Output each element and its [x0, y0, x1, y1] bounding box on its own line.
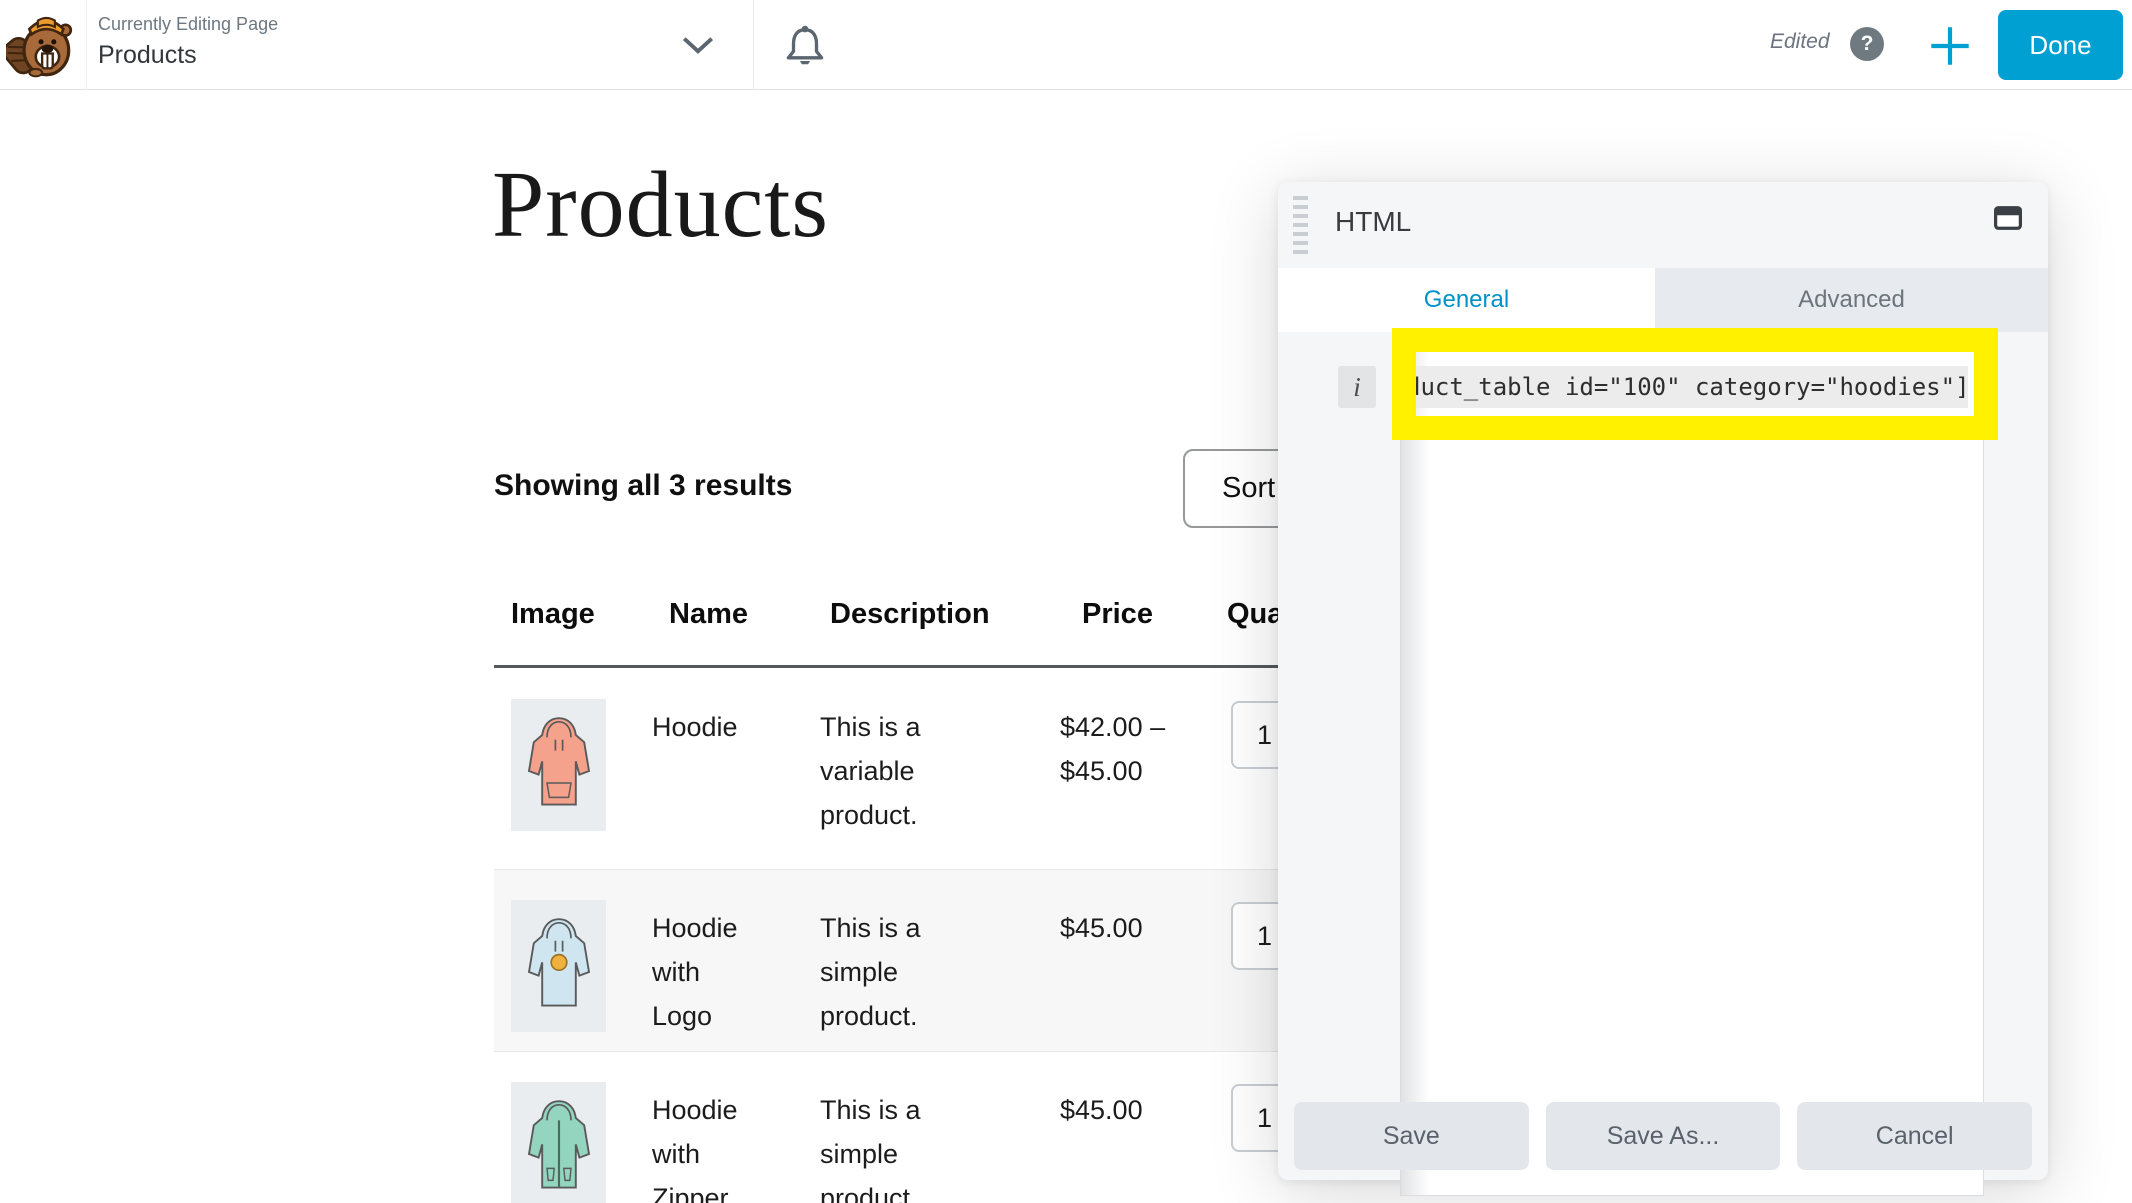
save-button[interactable]: Save — [1294, 1102, 1529, 1170]
save-as-button[interactable]: Save As... — [1546, 1102, 1781, 1170]
editor-info-gutter: i — [1338, 366, 1376, 408]
shortcode-text: duct_table id="100" category="hoodies"] — [1402, 373, 1970, 401]
builder-top-toolbar: Currently Editing Page Products Edited ?… — [0, 0, 2132, 90]
column-header-name: Name — [669, 598, 748, 631]
hoodie-image — [523, 710, 595, 820]
editor-gutter-shade — [1401, 351, 1429, 1195]
edited-status: Edited — [1770, 30, 1830, 54]
done-button[interactable]: Done — [1998, 10, 2123, 80]
product-name: Hoodie with Logo — [652, 906, 752, 1038]
currently-editing-label: Currently Editing Page — [98, 12, 278, 36]
column-header-description: Description — [830, 598, 990, 631]
table-row: Hoodie with Zipper This is a simple prod… — [494, 1051, 1340, 1203]
hoodie-with-zipper-image — [523, 1093, 595, 1203]
window-icon — [1994, 206, 2022, 230]
table-row: Hoodie with Logo This is a simple produc… — [494, 869, 1340, 1051]
table-row: Hoodie This is a variable product. $42.0… — [494, 669, 1340, 869]
chevron-down-icon — [682, 36, 714, 55]
product-price: $42.00 – $45.00 — [1060, 705, 1172, 793]
bell-icon — [782, 22, 828, 68]
product-description: This is a simple product. — [820, 906, 948, 1038]
beaver-icon — [6, 11, 74, 79]
currently-editing-block: Currently Editing Page Products — [98, 12, 278, 72]
product-name: Hoodie — [652, 705, 752, 749]
html-module-settings-dialog: HTML General Advanced i duct_table id="1… — [1278, 182, 2048, 1180]
page-title: Products — [492, 151, 829, 259]
notifications-button[interactable] — [782, 22, 828, 68]
column-header-price: Price — [1082, 598, 1153, 631]
add-content-button[interactable] — [1928, 24, 1972, 68]
tab-general[interactable]: General — [1278, 268, 1655, 332]
product-name: Hoodie with Zipper — [652, 1088, 752, 1203]
drag-handle-icon[interactable] — [1293, 196, 1308, 255]
code-editor[interactable] — [1400, 350, 1984, 1196]
toolbar-logo-divider — [86, 0, 87, 90]
tab-advanced[interactable]: Advanced — [1655, 268, 2048, 332]
dialog-header: HTML — [1278, 182, 2048, 268]
cancel-button[interactable]: Cancel — [1797, 1102, 2032, 1170]
column-header-image: Image — [511, 598, 595, 631]
dialog-footer: Save Save As... Cancel — [1294, 1102, 2032, 1170]
product-price: $45.00 — [1060, 906, 1172, 950]
product-description: This is a simple product. — [820, 1088, 948, 1203]
dialog-title: HTML — [1335, 206, 1411, 238]
plus-icon — [1928, 24, 1972, 68]
product-thumbnail — [511, 1082, 606, 1203]
shortcode-input[interactable]: duct_table id="100" category="hoodies"] — [1402, 366, 1968, 408]
results-count: Showing all 3 results — [494, 469, 792, 503]
beaver-builder-menu-button[interactable] — [6, 11, 74, 79]
product-price: $45.00 — [1060, 1088, 1172, 1132]
current-page-name: Products — [98, 38, 278, 72]
table-header-rule — [494, 665, 1340, 668]
help-icon[interactable]: ? — [1850, 27, 1884, 61]
product-thumbnail — [511, 900, 606, 1032]
product-description: This is a variable product. — [820, 705, 948, 837]
hoodie-with-logo-image — [523, 911, 595, 1021]
dialog-tabs: General Advanced — [1278, 268, 2048, 332]
toolbar-divider — [753, 0, 754, 90]
product-thumbnail — [511, 699, 606, 831]
window-mode-button[interactable] — [1994, 206, 2022, 230]
page-switcher-dropdown[interactable] — [676, 30, 720, 60]
